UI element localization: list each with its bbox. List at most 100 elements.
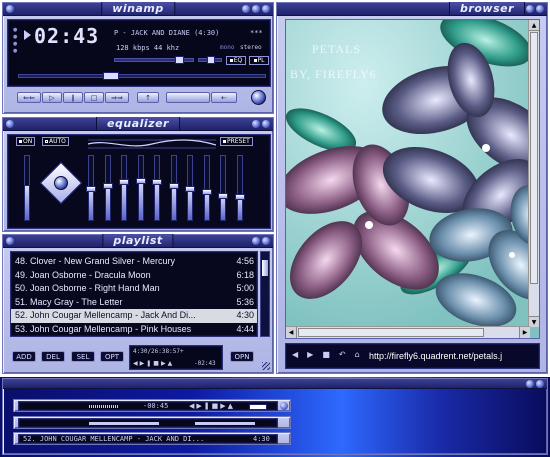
playlist-row[interactable]: 53. John Cougar Mellencamp - Pink Houses…	[11, 323, 257, 337]
shuffle-button[interactable]	[166, 92, 210, 103]
scroll-left-icon[interactable]: ◀	[286, 327, 297, 338]
playlist-row[interactable]: 48. Clover - New Grand Silver - Mercury 4…	[11, 255, 257, 269]
mini-eq-volume[interactable]	[89, 422, 159, 425]
seek-bar[interactable]	[18, 72, 266, 80]
balance-slider[interactable]	[198, 56, 222, 64]
eq-auto-toggle[interactable]: AUTO	[42, 137, 69, 146]
close-icon[interactable]	[262, 120, 270, 128]
mini-seek[interactable]	[249, 404, 267, 410]
browser-vscroll[interactable]: ▲ ▼	[528, 20, 539, 327]
eq-band-slider[interactable]	[168, 155, 179, 221]
pl-toggle[interactable]: PL	[249, 56, 269, 65]
resize-grip-icon[interactable]	[262, 362, 270, 370]
shade-next-icon[interactable]: ▶	[220, 402, 225, 410]
shade-play-icon[interactable]: ▶	[196, 402, 201, 410]
eq-band-slider[interactable]	[102, 155, 113, 221]
shade-prev-icon[interactable]: ◀	[189, 402, 194, 410]
volume-slider[interactable]	[114, 56, 194, 64]
play-button[interactable]: ▷	[42, 92, 62, 103]
mini-eject-icon[interactable]: ▲	[168, 360, 173, 367]
mini-playlist-shade[interactable]: 52. JOHN COUGAR MELLENCAMP - JACK AND DI…	[13, 432, 291, 445]
scroll-up-icon[interactable]: ▲	[529, 20, 539, 31]
eq-toggle[interactable]: EQ	[226, 56, 246, 65]
shade-stop-icon[interactable]: ■	[212, 402, 219, 410]
playlist-titlebar[interactable]: playlist	[3, 234, 273, 248]
playlist-row[interactable]: 51. Macy Gray - The Letter 5:36	[11, 296, 257, 310]
close-icon[interactable]	[536, 5, 544, 13]
eq-band-thumb[interactable]	[185, 186, 195, 192]
eq-band-slider[interactable]	[119, 155, 129, 221]
mini-stop-icon[interactable]: ■	[153, 360, 159, 367]
volume-thumb[interactable]	[175, 56, 184, 64]
preamp-slider[interactable]	[24, 155, 30, 221]
mini-winshade[interactable]: -00:45 ◀ ▶ ❚ ■ ▶ ▲	[13, 399, 291, 412]
playlist-list[interactable]: 48. Clover - New Grand Silver - Mercury 4…	[10, 251, 258, 337]
main-window-menu-icon[interactable]	[6, 5, 14, 13]
home-icon[interactable]: ⌂	[355, 350, 360, 359]
eq-band-slider[interactable]	[201, 155, 212, 221]
minimize-icon[interactable]	[280, 402, 288, 410]
shade-eject-icon[interactable]: ▲	[228, 402, 233, 410]
close-icon[interactable]	[262, 5, 270, 13]
browser-titlebar[interactable]: browser	[277, 2, 547, 16]
eq-band-slider[interactable]	[185, 155, 195, 221]
eq-band-thumb[interactable]	[102, 183, 113, 189]
forward-icon[interactable]: ▶	[307, 350, 313, 359]
eq-band-slider[interactable]	[135, 155, 146, 221]
scroll-right-icon[interactable]: ▶	[519, 327, 530, 338]
shade-icon[interactable]	[526, 5, 534, 13]
mini-eq-balance[interactable]	[195, 422, 255, 425]
playlist-row[interactable]: 50. Joan Osborne - Right Hand Man 5:00	[11, 282, 257, 296]
eq-band-thumb[interactable]	[168, 183, 179, 189]
next-button[interactable]: ⇒⇒	[105, 92, 129, 103]
browser-hscroll[interactable]: ◀ ▶	[286, 326, 530, 338]
eq-preset-button[interactable]: PRESET	[220, 137, 253, 146]
time-display[interactable]: 02:43	[34, 24, 99, 48]
stop-button[interactable]: □	[84, 92, 104, 103]
close-icon[interactable]	[536, 380, 544, 388]
close-icon[interactable]	[262, 237, 270, 245]
eq-band-thumb[interactable]	[135, 178, 146, 184]
playlist-add-button[interactable]: ADD	[12, 351, 36, 362]
previous-button[interactable]: ⇐⇐	[17, 92, 41, 103]
refresh-icon[interactable]: ↶	[339, 350, 346, 359]
playlist-menu-icon[interactable]	[6, 237, 14, 245]
about-knob-icon[interactable]	[251, 90, 266, 105]
shade-icon[interactable]	[252, 237, 260, 245]
eq-band-thumb[interactable]	[218, 193, 228, 199]
playlist-sel-button[interactable]: SEL	[71, 351, 95, 362]
playlist-row[interactable]: 52. John Cougar Mellencamp - Jack And Di…	[11, 309, 257, 323]
eq-band-slider[interactable]	[234, 155, 245, 221]
browser-viewport[interactable]: PETALS BY, FIREFLY6 ▲ ▼ ◀ ▶	[285, 19, 540, 339]
playlist-opt-button[interactable]: OPT	[100, 351, 124, 362]
main-titlebar[interactable]: winamp	[3, 2, 273, 16]
shade-icon[interactable]	[252, 120, 260, 128]
mini-titlebar[interactable]	[3, 379, 547, 389]
eq-band-thumb[interactable]	[201, 189, 212, 195]
eq-band-slider[interactable]	[218, 155, 228, 221]
playlist-del-button[interactable]: DEL	[41, 351, 65, 362]
equalizer-titlebar[interactable]: equalizer	[3, 117, 273, 131]
playlist-row[interactable]: 49. Joan Osborne - Dracula Moon 6:18	[11, 269, 257, 283]
mini-eq-shade[interactable]	[13, 416, 291, 429]
eq-band-slider[interactable]	[152, 155, 162, 221]
eq-on-toggle[interactable]: ON	[16, 137, 36, 146]
mini-pause-icon[interactable]: ❚	[146, 360, 151, 367]
repeat-button[interactable]: ⇠	[211, 92, 237, 103]
stop-icon[interactable]: ■	[322, 350, 330, 359]
playlist-scrollbar[interactable]	[260, 251, 270, 337]
scroll-down-icon[interactable]: ▼	[529, 316, 539, 327]
mini-prev-icon[interactable]: ◀	[133, 360, 138, 367]
eject-button[interactable]: ↑	[137, 92, 159, 103]
browser-hscroll-thumb[interactable]	[298, 328, 484, 337]
eq-band-thumb[interactable]	[152, 179, 162, 185]
shade-icon[interactable]	[252, 5, 260, 13]
browser-vscroll-thumb[interactable]	[530, 32, 538, 284]
balance-thumb[interactable]	[207, 56, 215, 64]
playlist-scroll-thumb[interactable]	[262, 260, 268, 276]
mini-play-icon[interactable]: ▶	[140, 360, 145, 367]
equalizer-menu-icon[interactable]	[6, 120, 14, 128]
minimize-icon[interactable]	[242, 5, 250, 13]
eq-band-thumb[interactable]	[119, 179, 129, 185]
shade-pause-icon[interactable]: ❚	[204, 402, 210, 410]
